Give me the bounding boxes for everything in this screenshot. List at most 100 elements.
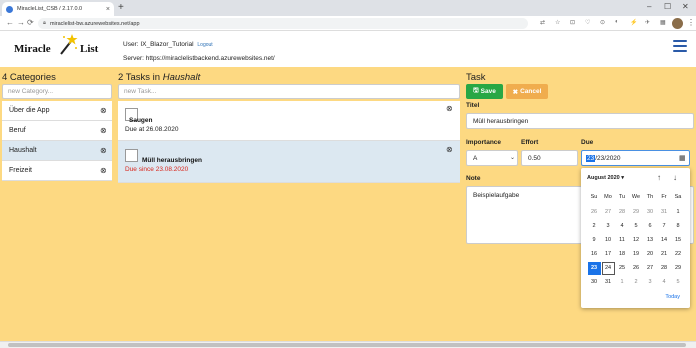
calendar-day[interactable]: 28 — [658, 262, 671, 275]
extension-icon[interactable]: ⚡ — [630, 19, 637, 26]
calendar-day[interactable]: 26 — [630, 262, 643, 275]
bookmark-star-icon[interactable]: ☆ — [555, 19, 560, 26]
logout-link[interactable]: Logout — [197, 42, 212, 48]
extension-icon[interactable]: ⊡ — [570, 19, 575, 26]
effort-input[interactable]: 0.50 — [521, 150, 578, 166]
remove-circle-icon[interactable]: ⊗ — [446, 146, 453, 154]
profile-avatar[interactable] — [672, 18, 683, 29]
calendar-today-button[interactable]: Today — [665, 294, 680, 300]
calendar-day[interactable]: 14 — [658, 234, 671, 247]
url-bar[interactable]: 🔒︎ miraclelist-bw.azurewebsites.net/app — [38, 18, 528, 29]
calendar-day[interactable]: 29 — [672, 262, 685, 275]
hamburger-menu-icon[interactable] — [673, 40, 687, 52]
calendar-day[interactable]: 6 — [644, 220, 657, 233]
calendar-day[interactable]: 16 — [588, 248, 601, 261]
close-window-button[interactable]: ✕ — [682, 2, 689, 11]
remove-circle-icon[interactable]: ⊗ — [446, 105, 453, 113]
calendar-day-today[interactable]: 24 — [601, 261, 615, 275]
menu-dots-icon[interactable]: ⋮ — [687, 18, 695, 27]
calendar-day[interactable]: 19 — [630, 248, 643, 261]
scrollbar-thumb[interactable] — [8, 343, 686, 347]
importance-select[interactable]: A ⌄ — [466, 150, 518, 166]
calendar-day[interactable]: 18 — [616, 248, 629, 261]
calendar-day[interactable]: 28 — [616, 206, 629, 219]
calendar-day[interactable]: 17 — [602, 248, 615, 261]
importance-value: A — [473, 154, 478, 162]
extension-icon[interactable]: ⊙ — [600, 19, 605, 26]
calendar-day[interactable]: 12 — [630, 234, 643, 247]
task-item[interactable]: Saugen Due at 26.08.2020 ⊗ — [118, 101, 460, 141]
calendar-day[interactable]: 10 — [602, 234, 615, 247]
calendar-day[interactable]: 5 — [672, 276, 685, 289]
forward-icon[interactable]: → — [17, 18, 25, 27]
browser-tab[interactable]: MiracleList_CSB / 2.17.0.0 × — [2, 2, 114, 16]
calendar-day[interactable]: 27 — [644, 262, 657, 275]
calendar-day[interactable]: 9 — [588, 234, 601, 247]
calendar-day[interactable]: 13 — [644, 234, 657, 247]
calendar-day[interactable]: 11 — [616, 234, 629, 247]
calendar-day-selected[interactable]: 23 — [587, 261, 601, 275]
calendar-day[interactable]: 3 — [644, 276, 657, 289]
extension-icon[interactable]: ♡ — [585, 19, 590, 26]
calendar-month-select[interactable]: August 2020 ▾ — [587, 175, 624, 181]
calendar-day[interactable]: 1 — [672, 206, 685, 219]
remove-circle-icon[interactable]: ⊗ — [100, 107, 107, 115]
cancel-button[interactable]: ✖ Cancel — [506, 84, 548, 99]
category-item-selected[interactable]: Haushalt ⊗ — [2, 141, 112, 161]
category-item[interactable]: Über die App ⊗ — [2, 101, 112, 121]
save-icon: 🖫︎ — [473, 87, 479, 94]
calendar-day[interactable]: 7 — [658, 220, 671, 233]
calendar-next-month-icon[interactable]: ↓ — [673, 173, 677, 182]
minimize-button[interactable]: – — [647, 2, 651, 11]
calendar-prev-month-icon[interactable]: ↑ — [657, 173, 661, 182]
extension-icon[interactable]: ⇄ — [540, 19, 545, 26]
calendar-day[interactable]: 2 — [630, 276, 643, 289]
url-text: miraclelist-bw.azurewebsites.net/app — [49, 20, 140, 27]
calendar-day[interactable]: 30 — [644, 206, 657, 219]
calendar-day[interactable]: 5 — [630, 220, 643, 233]
calendar-day[interactable]: 30 — [588, 276, 601, 289]
reload-icon[interactable]: ⟳ — [27, 18, 34, 27]
new-tab-button[interactable]: + — [118, 3, 124, 13]
remove-circle-icon[interactable]: ⊗ — [100, 127, 107, 135]
calendar-day[interactable]: 4 — [616, 220, 629, 233]
calendar-day[interactable]: 1 — [616, 276, 629, 289]
new-task-input[interactable]: new Task... — [118, 84, 460, 99]
calendar-day[interactable]: 2 — [588, 220, 601, 233]
calendar-day[interactable]: 3 — [602, 220, 615, 233]
category-item[interactable]: Beruf ⊗ — [2, 121, 112, 141]
horizontal-scrollbar[interactable] — [0, 341, 696, 348]
calendar-day[interactable]: 31 — [602, 276, 615, 289]
calendar-day[interactable]: 20 — [644, 248, 657, 261]
chevron-down-icon: ⌄ — [510, 155, 516, 161]
maximize-button[interactable]: ☐ — [664, 2, 671, 11]
remove-circle-icon[interactable]: ⊗ — [100, 147, 107, 155]
save-button[interactable]: 🖫︎ Save — [466, 84, 503, 99]
due-date-input[interactable]: 23/23/2020 ▦ — [581, 150, 690, 166]
extension-icon[interactable]: ▦ — [660, 19, 666, 26]
extension-icon[interactable]: ✈ — [645, 19, 650, 26]
tab-close-icon[interactable]: × — [106, 6, 110, 13]
calendar-day[interactable]: 25 — [616, 262, 629, 275]
category-item[interactable]: Freizeit ⊗ — [2, 161, 112, 181]
calendar-day[interactable]: 26 — [588, 206, 601, 219]
tasks-count: 2 Tasks in — [118, 72, 163, 83]
calendar-icon[interactable]: ▦ — [679, 154, 686, 162]
new-category-input[interactable]: new Category... — [2, 84, 112, 99]
calendar-day[interactable]: 4 — [658, 276, 671, 289]
calendar-day[interactable]: 22 — [672, 248, 685, 261]
calendar-day[interactable]: 27 — [602, 206, 615, 219]
calendar-day[interactable]: 15 — [672, 234, 685, 247]
task-item-selected[interactable]: Müll herausbringen Due since 23.08.2020 … — [118, 141, 460, 183]
weekday-label: We — [631, 194, 641, 200]
task-checkbox[interactable] — [125, 149, 138, 162]
extension-icon[interactable]: ◐ — [615, 19, 619, 25]
due-date-day-segment[interactable]: 23 — [586, 154, 596, 162]
back-icon[interactable]: ← — [6, 18, 14, 27]
calendar-day[interactable]: 8 — [672, 220, 685, 233]
calendar-day[interactable]: 21 — [658, 248, 671, 261]
remove-circle-icon[interactable]: ⊗ — [100, 167, 107, 175]
titel-input[interactable]: Müll herausbringen — [466, 113, 694, 129]
calendar-day[interactable]: 31 — [658, 206, 671, 219]
calendar-day[interactable]: 29 — [630, 206, 643, 219]
